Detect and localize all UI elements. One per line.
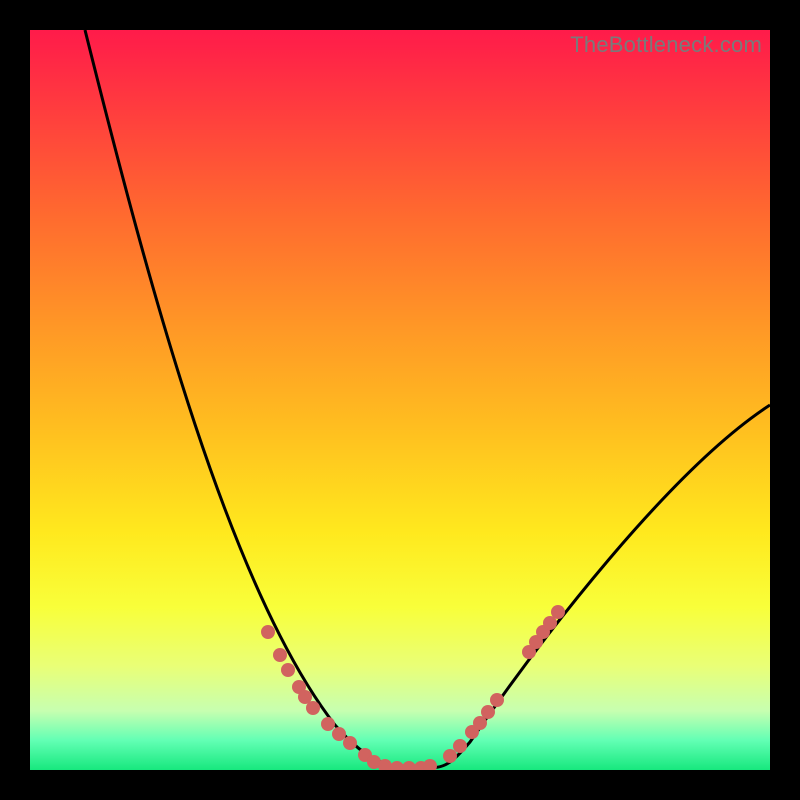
curve-marker	[443, 749, 457, 763]
watermark-text: TheBottleneck.com	[570, 32, 762, 58]
curve-marker	[551, 605, 565, 619]
curve-marker	[298, 690, 312, 704]
bottleneck-curve	[85, 30, 770, 768]
plot-area: TheBottleneck.com	[30, 30, 770, 770]
curve-marker	[261, 625, 275, 639]
curve-marker	[332, 727, 346, 741]
curve-marker	[490, 693, 504, 707]
curve-marker	[367, 755, 381, 769]
curve-marker	[536, 625, 550, 639]
curve-marker	[292, 680, 306, 694]
curve-layer	[30, 30, 770, 770]
curve-marker	[390, 761, 404, 770]
curve-marker	[473, 716, 487, 730]
curve-marker	[529, 635, 543, 649]
curve-marker	[414, 761, 428, 770]
curve-marker	[522, 645, 536, 659]
curve-marker	[481, 705, 495, 719]
curve-marker	[343, 736, 357, 750]
curve-marker	[402, 761, 416, 770]
curve-marker	[358, 748, 372, 762]
curve-marker	[306, 701, 320, 715]
stage: TheBottleneck.com	[0, 0, 800, 800]
curve-marker	[453, 739, 467, 753]
marker-group	[261, 605, 565, 770]
curve-marker	[465, 725, 479, 739]
curve-marker	[378, 759, 392, 770]
curve-marker	[543, 616, 557, 630]
curve-marker	[281, 663, 295, 677]
curve-marker	[423, 759, 437, 770]
curve-marker	[273, 648, 287, 662]
curve-marker	[321, 717, 335, 731]
